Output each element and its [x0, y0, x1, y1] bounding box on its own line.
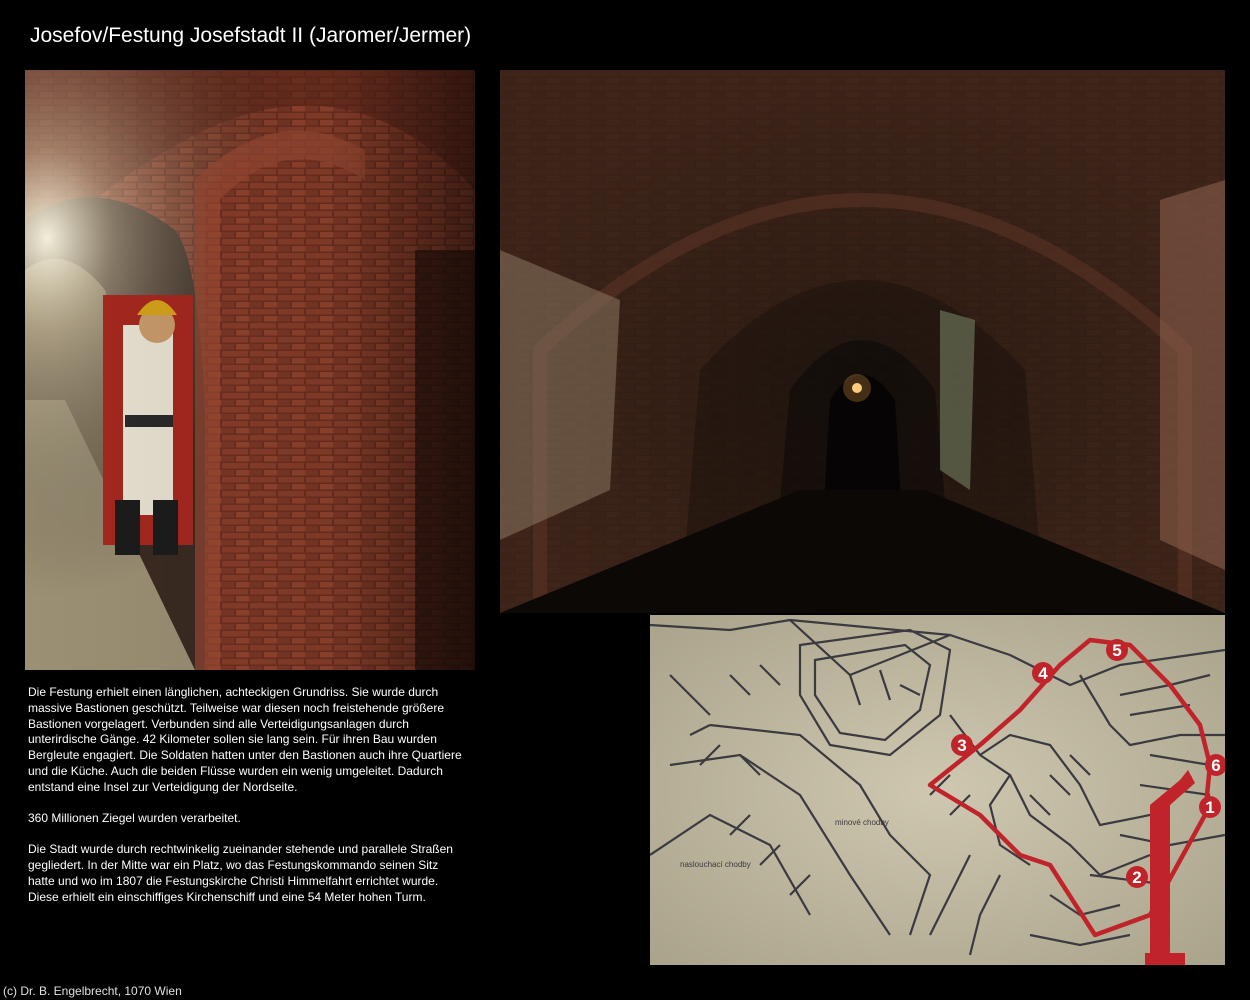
route-marker-5: 5	[1112, 641, 1121, 660]
route-marker-1: 1	[1205, 798, 1214, 817]
route-marker-6: 6	[1211, 756, 1220, 775]
copyright-footer: (c) Dr. B. Engelbrecht, 1070 Wien	[3, 984, 182, 998]
route-marker-2: 2	[1132, 868, 1141, 887]
map-label-listening-tunnels: naslouchací chodby	[680, 860, 751, 869]
description-paragraph-1: Die Festung erhielt einen länglichen, ac…	[28, 685, 462, 794]
photo-tunnel-vault	[500, 70, 1225, 613]
page-title: Josefov/Festung Josefstadt II (Jaromer/J…	[30, 24, 472, 47]
route-marker-3: 3	[957, 736, 966, 755]
photo-tunnel-soldier	[25, 70, 475, 670]
photo-tunnel-map: minové chodby naslouchací chodby 1 2 3 4…	[650, 615, 1225, 965]
description-text: Die Festung erhielt einen länglichen, ac…	[28, 685, 468, 921]
map-label-mine-tunnels: minové chodby	[835, 818, 889, 827]
description-paragraph-3: Die Stadt wurde durch rechtwinkelig zuei…	[28, 842, 453, 904]
description-paragraph-2: 360 Millionen Ziegel wurden verarbeitet.	[28, 811, 241, 826]
route-marker-4: 4	[1038, 664, 1048, 683]
